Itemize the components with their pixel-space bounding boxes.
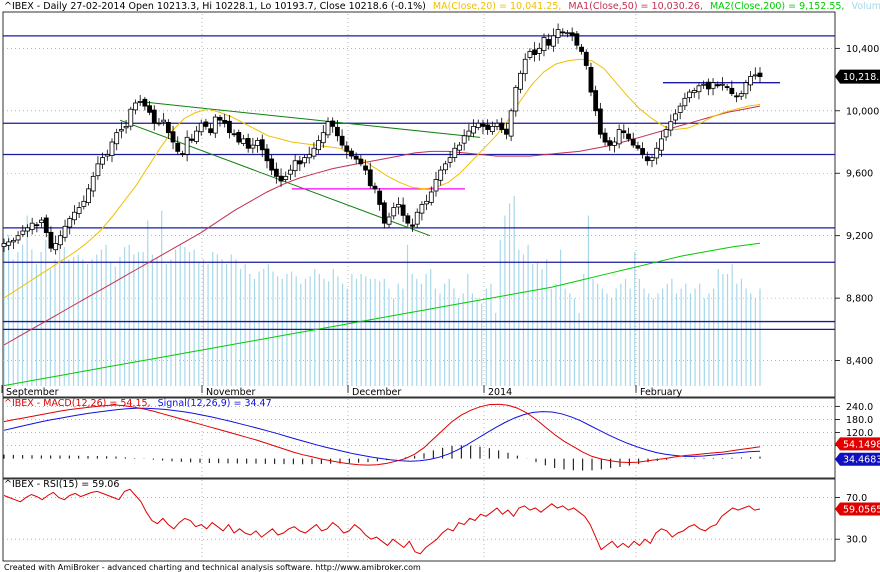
rsi-tick-label: 30.0 [846, 535, 867, 546]
time-tick-label: November [206, 387, 256, 398]
price-tick-label: 10,400 [846, 44, 879, 55]
candle [588, 62, 594, 97]
signal-legend: Signal(12,26,9) = 34.47 [158, 398, 272, 409]
price-tick-label: 10,000 [846, 106, 879, 117]
time-tick-label: 2014 [488, 387, 512, 398]
time-tick-label: December [352, 387, 401, 398]
macd-tick-label: 120.0 [846, 428, 873, 439]
price-tick-label: 8,800 [846, 294, 873, 305]
macd-legend: ^IBEX - MACD(12,26) = 54.15, [4, 398, 151, 409]
macd-value-tag: 54.1498 [835, 437, 880, 451]
macd-tick-label: 240.0 [846, 402, 873, 413]
chart-canvas: 8,400 8,800 9,200 9,600 10,000 10,400 Septemb… [0, 0, 880, 572]
ma20-legend: MA(Close,20) = 10,041.25, [433, 1, 561, 12]
candle [508, 108, 514, 142]
price-tick-label: 9,600 [846, 169, 873, 180]
price-header-prefix: ^IBEX - Daily 27-02-2014 Open 10213.3, H… [4, 1, 426, 12]
price-header: ^IBEX - Daily 27-02-2014 Open 10213.3, H… [4, 1, 880, 12]
ma200-legend: MA2(Close,200) = 9,152.55, [710, 1, 845, 12]
time-tick-label: September [6, 387, 59, 398]
price-tick-label: 9,200 [846, 231, 873, 242]
volume-legend: Volume = 88,384.62 [851, 1, 880, 12]
macd-tick-label: 180.0 [846, 415, 873, 426]
macd-header: ^IBEX - MACD(12,26) = 54.15, Signal(12,2… [4, 398, 272, 409]
price-tick-label: 8,400 [846, 356, 873, 367]
rsi-value: 59.0565 [843, 505, 880, 516]
rsi-tick-label: 70.0 [846, 493, 867, 504]
macd-value: 54.1498 [843, 439, 880, 450]
signal-value-tag: 34.4683 [835, 452, 880, 466]
rsi-header: ^IBEX - RSI(15) = 59.06 [4, 479, 119, 490]
last-price-tag: 10,218.6 [835, 69, 880, 84]
rsi-value-tag: 59.0565 [835, 502, 880, 516]
signal-value: 34.4683 [843, 455, 880, 466]
ma50-legend: MA1(Close,50) = 10,030.26, [568, 1, 703, 12]
rsi-legend: ^IBEX - RSI(15) = 59.06 [4, 479, 119, 490]
last-price-value: 10,218.6 [843, 72, 880, 83]
footer-credit: Created with AmiBroker - advanced charti… [4, 563, 421, 572]
time-tick-label: February [640, 387, 682, 398]
